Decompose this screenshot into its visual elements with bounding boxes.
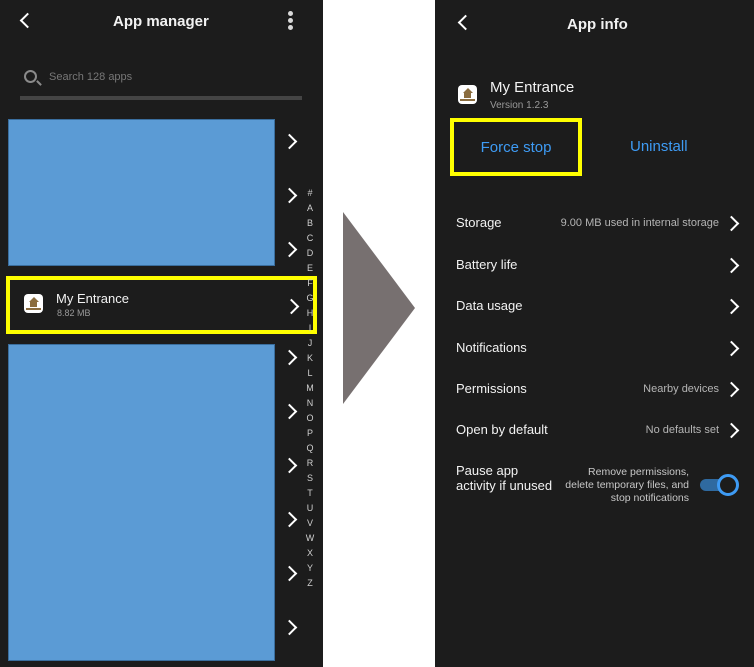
alphabet-index-letter[interactable]: S — [304, 471, 316, 486]
alphabet-index-letter[interactable]: J — [304, 336, 316, 351]
chevron-right-icon[interactable] — [281, 187, 298, 204]
alphabet-index-letter[interactable]: X — [304, 546, 316, 561]
uninstall-button[interactable]: Uninstall — [630, 138, 688, 155]
app-info-screen — [435, 0, 754, 667]
setting-label: Permissions — [456, 381, 527, 396]
alphabet-index-letter[interactable]: C — [304, 231, 316, 246]
transition-arrow — [343, 212, 415, 404]
chevron-right-icon[interactable] — [281, 133, 298, 150]
alphabet-index-letter[interactable]: Y — [304, 561, 316, 576]
alphabet-index-letter[interactable]: E — [304, 261, 316, 276]
alphabet-index-letter[interactable]: U — [304, 501, 316, 516]
pause-app-activity-description: Remove permissions, delete temporary fil… — [565, 466, 689, 504]
page-title: App manager — [113, 13, 209, 30]
alphabet-index-letter[interactable]: # — [304, 186, 316, 201]
app-list-item-my-entrance[interactable]: My Entrance 8.82 MB — [6, 276, 317, 334]
app-size: 8.82 MB — [57, 308, 91, 318]
force-stop-button[interactable]: Force stop — [450, 118, 582, 176]
search-icon — [24, 70, 37, 83]
setting-value: Nearby devices — [643, 383, 719, 395]
app-version: Version 1.2.3 — [490, 100, 549, 111]
search-input[interactable]: Search 128 apps — [20, 66, 302, 100]
setting-label: Open by default — [456, 422, 548, 437]
alphabet-index-letter[interactable]: Z — [304, 576, 316, 591]
alphabet-index-letter[interactable]: D — [304, 246, 316, 261]
pause-app-activity-label: Pause app activity if unused — [456, 463, 553, 493]
more-options-icon[interactable] — [286, 11, 296, 31]
alphabet-index-letter[interactable]: I — [304, 321, 316, 336]
redacted-app-list-block — [8, 119, 275, 266]
chevron-right-icon[interactable] — [281, 457, 298, 474]
chevron-right-icon — [283, 298, 300, 315]
alphabet-index-letter[interactable]: N — [304, 396, 316, 411]
alphabet-index-letter[interactable]: H — [304, 306, 316, 321]
alphabet-index-letter[interactable]: Q — [304, 441, 316, 456]
chevron-right-icon[interactable] — [281, 565, 298, 582]
alphabet-index-letter[interactable]: L — [304, 366, 316, 381]
alphabet-index-letter[interactable]: G — [304, 291, 316, 306]
alphabet-index-letter[interactable]: T — [304, 486, 316, 501]
chevron-right-icon[interactable] — [281, 241, 298, 258]
setting-label: Data usage — [456, 298, 523, 313]
redacted-app-list-block — [8, 344, 275, 661]
search-placeholder: Search 128 apps — [49, 71, 133, 83]
app-manager-screen: App manager Search 128 apps My Entrance … — [0, 0, 323, 667]
chevron-right-icon[interactable] — [281, 349, 298, 366]
alphabet-index-letter[interactable]: M — [304, 381, 316, 396]
app-icon — [24, 294, 43, 313]
back-arrow-icon[interactable] — [19, 12, 36, 29]
setting-label: Notifications — [456, 340, 527, 355]
setting-label: Battery life — [456, 257, 518, 272]
chevron-right-icon[interactable] — [281, 619, 298, 636]
alphabet-index-letter[interactable]: V — [304, 516, 316, 531]
alphabet-index-letter[interactable]: P — [304, 426, 316, 441]
page-title: App info — [567, 16, 628, 33]
app-icon — [458, 85, 477, 104]
alphabet-index-letter[interactable]: F — [304, 276, 316, 291]
alphabet-index-letter[interactable]: K — [304, 351, 316, 366]
chevron-right-icon[interactable] — [281, 403, 298, 420]
app-name: My Entrance — [56, 291, 129, 306]
alphabet-index-letter[interactable]: A — [304, 201, 316, 216]
chevron-right-icon[interactable] — [281, 511, 298, 528]
alphabet-index-letter[interactable]: W — [304, 531, 316, 546]
alphabet-index-letter[interactable]: B — [304, 216, 316, 231]
alphabet-index-letter[interactable]: O — [304, 411, 316, 426]
setting-value: No defaults set — [645, 424, 719, 436]
alphabet-index-letter[interactable]: R — [304, 456, 316, 471]
toggle-thumb — [717, 474, 739, 496]
app-name: My Entrance — [490, 79, 575, 96]
setting-label: Storage — [456, 215, 502, 230]
setting-value: 9.00 MB used in internal storage — [560, 217, 719, 229]
pause-app-activity-toggle[interactable] — [700, 474, 739, 496]
